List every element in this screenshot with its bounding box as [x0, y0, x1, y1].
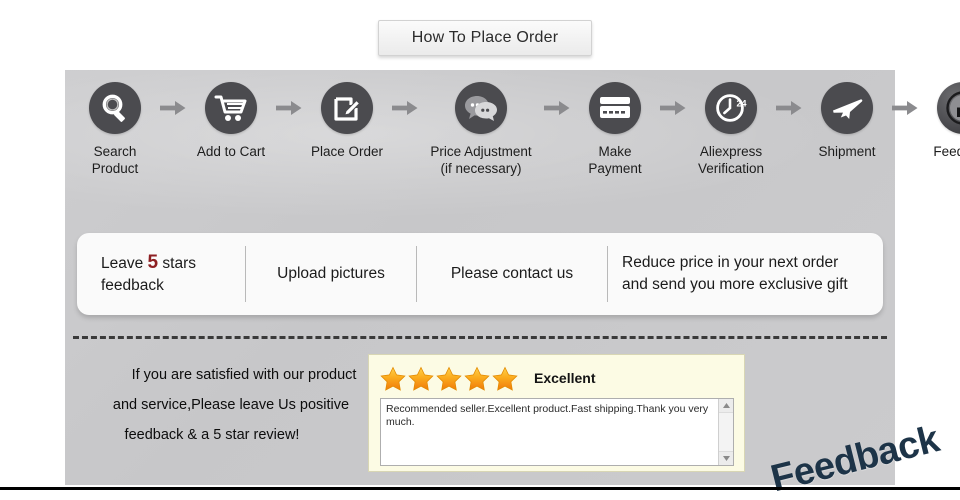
step-label: Search Product [91, 144, 139, 176]
rating-label: Excellent [534, 370, 596, 386]
step-label: Add to Cart [196, 144, 266, 159]
airplane-icon [821, 82, 873, 134]
arrow-right-icon [889, 100, 921, 116]
step-aliexpress-verification[interactable]: 24 Aliexpress Verification [689, 82, 773, 177]
credit-card-icon [589, 82, 641, 134]
bottom-rule [0, 487, 960, 490]
review-text-value: Recommended seller.Excellent product.Fas… [386, 403, 709, 428]
satisfaction-message-line-1: If you are satisfied with our product [131, 367, 357, 383]
promise-item-reduce-price[interactable]: Reduce price in your next order and send… [608, 252, 886, 296]
step-label: Shipment [818, 144, 876, 159]
arrow-right-icon [273, 100, 305, 116]
star-filled-icon [464, 366, 490, 391]
promise-band: Leave 5 stars feedback Upload pictures P… [77, 233, 883, 315]
arrow-right-icon [773, 100, 805, 116]
step-place-order[interactable]: Place Order [305, 82, 389, 160]
scroll-down-arrow-icon[interactable] [719, 451, 733, 465]
promise-prefix: Leave [101, 254, 148, 272]
satisfaction-message-line-3: feedback & a 5 star review! [124, 427, 300, 443]
dashed-divider [73, 336, 887, 339]
scroll-up-arrow-icon[interactable] [719, 399, 733, 413]
step-make-payment[interactable]: Make Payment [573, 82, 657, 177]
edit-pencil-icon [321, 82, 373, 134]
step-add-to-cart[interactable]: Add to Cart [189, 82, 273, 160]
promise-item-upload-pictures[interactable]: Upload pictures [246, 263, 416, 285]
page-title-button[interactable]: How To Place Order [378, 20, 592, 56]
step-label: Feedback [933, 144, 960, 159]
arrow-right-icon [657, 100, 689, 116]
step-shipment[interactable]: Shipment [805, 82, 889, 160]
star-count-highlight: 5 [147, 251, 159, 273]
page-title: How To Place Order [411, 29, 559, 46]
satisfaction-message: If you are satisfied with our product an… [81, 360, 381, 450]
review-scrollbar[interactable] [718, 399, 733, 465]
arrow-right-icon [541, 100, 573, 116]
arrow-right-icon [389, 100, 421, 116]
step-label: Place Order [310, 144, 384, 159]
step-label: Make Payment [588, 144, 642, 176]
shopping-cart-icon [205, 82, 257, 134]
promise-item-leave-5-stars[interactable]: Leave 5 stars feedback [77, 252, 245, 297]
step-search-product[interactable]: Search Product [73, 82, 157, 177]
step-feedback[interactable]: Feedback [921, 82, 960, 160]
arrow-right-icon [157, 100, 189, 116]
review-widget: Excellent Recommended seller.Excellent p… [368, 354, 745, 472]
step-label: Aliexpress Verification [697, 144, 765, 176]
magnifier-icon [89, 82, 141, 134]
thumbs-up-icon [937, 82, 960, 134]
star-rating[interactable]: Excellent [380, 364, 734, 392]
order-instruction-banner: How To Place Order Search Product Add to… [0, 0, 960, 500]
clock-24-icon: 24 [705, 82, 757, 134]
star-filled-icon [492, 366, 518, 391]
main-panel: Search Product Add to Cart Place Order P… [65, 70, 960, 500]
review-textarea[interactable]: Recommended seller.Excellent product.Fas… [380, 398, 734, 466]
chat-bubbles-icon [455, 82, 507, 134]
steps-row: Search Product Add to Cart Place Order P… [65, 82, 960, 232]
svg-text:24: 24 [737, 99, 747, 109]
star-filled-icon [380, 366, 406, 391]
star-filled-icon [408, 366, 434, 391]
satisfaction-message-line-2: and service,Please leave Us positive [112, 397, 350, 413]
promise-item-contact-us[interactable]: Please contact us [417, 263, 607, 285]
step-price-adjustment[interactable]: Price Adjustment (if necessary) [421, 82, 541, 177]
step-label: Price Adjustment (if necessary) [430, 144, 532, 176]
star-filled-icon [436, 366, 462, 391]
